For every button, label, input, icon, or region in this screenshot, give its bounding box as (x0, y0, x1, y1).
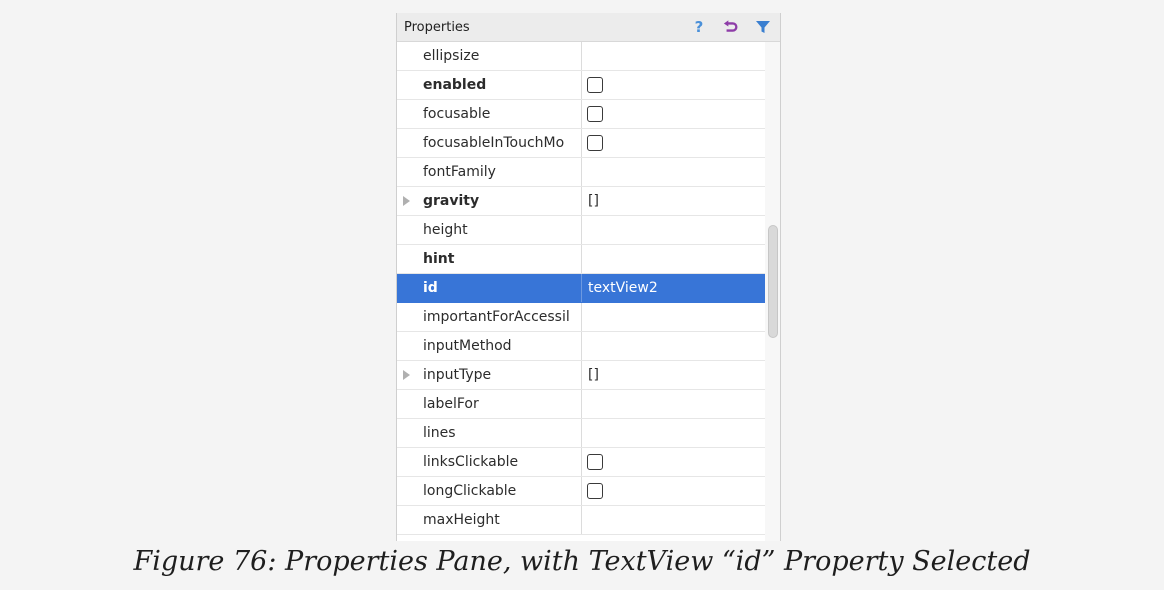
property-value-cell[interactable]: [] (581, 361, 765, 389)
property-name: inputMethod (423, 338, 512, 354)
property-row-inputtype[interactable]: inputType [] (397, 361, 765, 390)
property-value-cell[interactable] (581, 245, 765, 273)
property-row-focusableintouchmo[interactable]: focusableInTouchMo (397, 129, 765, 158)
undo-icon[interactable] (723, 19, 739, 35)
property-row-focusable[interactable]: focusable (397, 100, 765, 129)
property-checkbox[interactable] (587, 483, 603, 499)
property-name: focusable (423, 106, 491, 122)
property-name-cell: maxHeight (397, 506, 581, 534)
property-name-cell: inputMethod (397, 332, 581, 360)
property-row-importantforaccessil[interactable]: importantForAccessil (397, 303, 765, 332)
property-name-cell: height (397, 216, 581, 244)
property-name: maxHeight (423, 512, 500, 528)
property-name: labelFor (423, 396, 479, 412)
property-name: lines (423, 425, 456, 441)
property-name: ellipsize (423, 48, 480, 64)
property-row-linksclickable[interactable]: linksClickable (397, 448, 765, 477)
scrollbar-thumb[interactable] (768, 225, 778, 338)
property-row-hint[interactable]: hint (397, 245, 765, 274)
property-name-cell: lines (397, 419, 581, 447)
property-name-cell: fontFamily (397, 158, 581, 186)
property-name-cell: focusableInTouchMo (397, 129, 581, 157)
property-table: ellipsize enabled focusable focusableInTouc… (397, 42, 765, 541)
vertical-scrollbar[interactable] (765, 42, 780, 541)
property-name-cell: gravity (397, 187, 581, 215)
property-row-gravity[interactable]: gravity [] (397, 187, 765, 216)
svg-text:?: ? (695, 19, 704, 35)
property-value-cell[interactable] (581, 332, 765, 360)
property-value-cell[interactable]: textView2 (581, 274, 765, 302)
property-value-cell[interactable] (581, 158, 765, 186)
property-row-longclickable[interactable]: longClickable (397, 477, 765, 506)
property-checkbox[interactable] (587, 106, 603, 122)
property-value: textView2 (588, 280, 658, 296)
property-row-inputmethod[interactable]: inputMethod (397, 332, 765, 361)
help-icon[interactable]: ? (691, 19, 707, 35)
property-name-cell: focusable (397, 100, 581, 128)
property-name-cell: enabled (397, 71, 581, 99)
filter-icon[interactable] (755, 19, 771, 35)
property-name: height (423, 222, 468, 238)
panel-title: Properties (404, 19, 470, 35)
property-name: longClickable (423, 483, 517, 499)
property-name: inputType (423, 367, 492, 383)
property-value: [] (588, 193, 599, 209)
property-name: enabled (423, 77, 487, 93)
property-name-cell: hint (397, 245, 581, 273)
property-value-cell[interactable] (581, 390, 765, 418)
property-row-height[interactable]: height (397, 216, 765, 245)
property-name-cell: ellipsize (397, 42, 581, 70)
properties-panel: Properties ? ellipsize enabled focusable… (396, 13, 781, 541)
property-value-cell[interactable] (581, 216, 765, 244)
panel-header: Properties ? (397, 13, 780, 42)
expand-arrow-icon[interactable] (403, 370, 410, 380)
property-name-cell: importantForAccessil (397, 303, 581, 331)
figure-caption: Figure 76: Properties Pane, with TextVie… (133, 546, 1031, 577)
property-name-cell: inputType (397, 361, 581, 389)
property-name: hint (423, 251, 455, 267)
property-row-labelfor[interactable]: labelFor (397, 390, 765, 419)
property-value-cell[interactable]: [] (581, 187, 765, 215)
expand-arrow-icon[interactable] (403, 196, 410, 206)
property-row-ellipsize[interactable]: ellipsize (397, 42, 765, 71)
property-name: id (423, 280, 438, 296)
property-name: linksClickable (423, 454, 519, 470)
property-value-cell[interactable] (581, 42, 765, 70)
property-name: gravity (423, 193, 480, 209)
property-name: fontFamily (423, 164, 496, 180)
property-value: [] (588, 367, 599, 383)
property-value-cell[interactable] (581, 477, 765, 505)
property-row-fontfamily[interactable]: fontFamily (397, 158, 765, 187)
property-row-id[interactable]: id textView2 (397, 274, 765, 303)
property-checkbox[interactable] (587, 77, 603, 93)
page: Properties ? ellipsize enabled focusable… (0, 0, 1164, 590)
property-name-cell: longClickable (397, 477, 581, 505)
property-value-cell[interactable] (581, 129, 765, 157)
property-name-cell: labelFor (397, 390, 581, 418)
header-icon-group: ? (691, 19, 773, 35)
property-row-enabled[interactable]: enabled (397, 71, 765, 100)
property-value-cell[interactable] (581, 448, 765, 476)
property-name: importantForAccessil (423, 309, 570, 325)
property-row-lines[interactable]: lines (397, 419, 765, 448)
property-checkbox[interactable] (587, 454, 603, 470)
property-name: focusableInTouchMo (423, 135, 565, 151)
property-value-cell[interactable] (581, 303, 765, 331)
property-row-maxheight[interactable]: maxHeight (397, 506, 765, 535)
property-value-cell[interactable] (581, 100, 765, 128)
property-name-cell: linksClickable (397, 448, 581, 476)
property-value-cell[interactable] (581, 71, 765, 99)
property-name-cell: id (397, 274, 581, 302)
property-value-cell[interactable] (581, 419, 765, 447)
property-value-cell[interactable] (581, 506, 765, 534)
property-checkbox[interactable] (587, 135, 603, 151)
